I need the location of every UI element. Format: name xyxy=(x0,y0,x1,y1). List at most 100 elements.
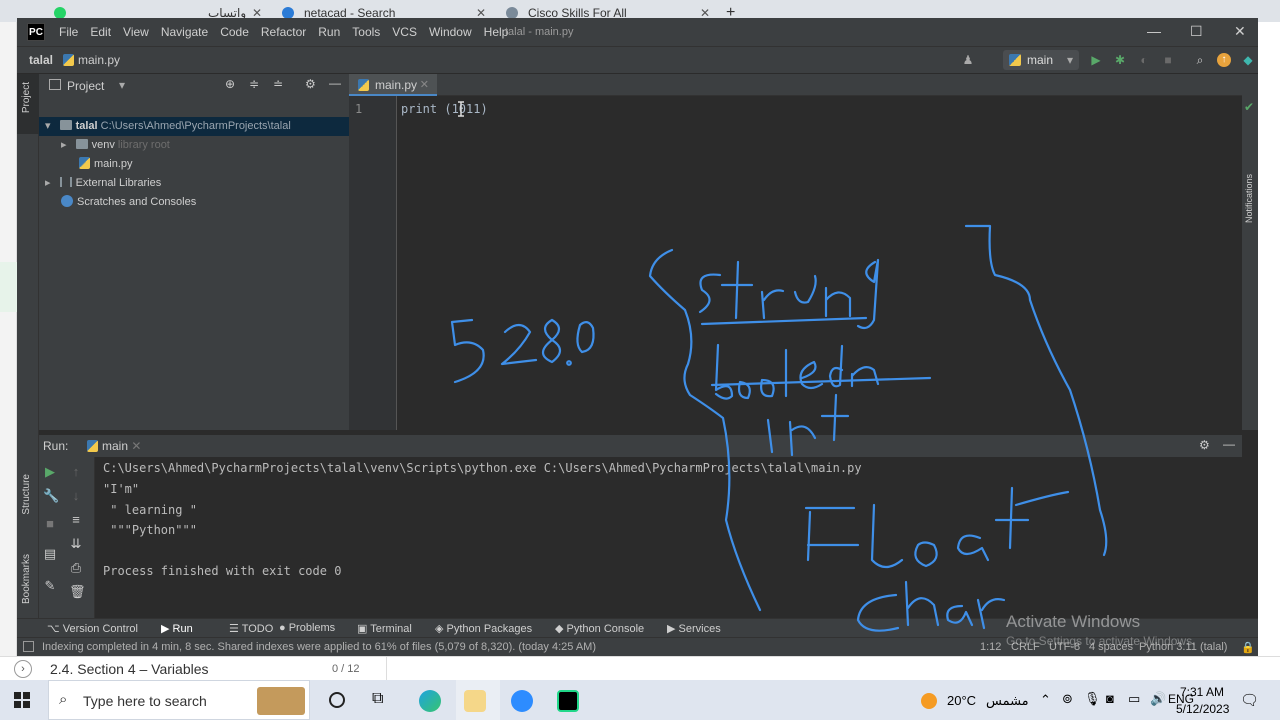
tab-version-control[interactable]: ⌥ Version Control xyxy=(47,622,138,635)
gear-icon[interactable]: ⚙ xyxy=(305,77,316,91)
tree-item-main-py[interactable]: main.py xyxy=(39,155,349,174)
output-line: C:\Users\Ahmed\PycharmProjects\talal\ven… xyxy=(103,461,862,475)
tree-item-scratches[interactable]: Scratches and Consoles xyxy=(39,193,349,212)
editor-tab-bar: main.py ✕ xyxy=(349,74,1242,96)
network-icon[interactable]: ⊚ xyxy=(1062,691,1073,707)
toggle-panels-icon[interactable] xyxy=(23,641,34,652)
volume-icon[interactable]: 🔊 xyxy=(1150,691,1166,707)
tree-item-talal[interactable]: ▾ talal C:\Users\Ahmed\PycharmProjects\t… xyxy=(39,117,349,136)
chevron-up-icon[interactable]: ⌃ xyxy=(1040,692,1051,708)
gear-icon[interactable]: ⚙ xyxy=(1199,438,1210,452)
clock-time[interactable]: 7:31 AM xyxy=(1180,685,1224,699)
project-panel: Project ▾ ⊕ ≑ ≐ ⚙ — ▾ talal C:\Users\Ahm… xyxy=(39,74,349,430)
menu-file[interactable]: File xyxy=(59,25,78,39)
camera-icon[interactable]: ◙ xyxy=(1106,691,1114,706)
search-icon[interactable]: ⌕ xyxy=(1193,53,1207,67)
close-tab-icon[interactable]: ✕ xyxy=(420,74,429,96)
rerun-icon[interactable]: ▶ xyxy=(43,465,57,479)
output-line: "I'm" xyxy=(103,482,140,496)
taskbar-search-input[interactable]: ⌕ Type here to search xyxy=(48,680,310,720)
trash-icon[interactable]: 🗑 xyxy=(69,585,86,599)
pin-icon[interactable]: ✎ xyxy=(43,579,57,593)
soft-wrap-icon[interactable]: ≡ xyxy=(69,513,83,527)
section-title[interactable]: 2.4. Section 4 – Variables xyxy=(50,661,209,677)
chevron-down-icon[interactable]: ▾ xyxy=(119,78,125,92)
zoom-icon[interactable] xyxy=(511,690,533,712)
task-view-icon[interactable]: ⧉ xyxy=(372,690,383,708)
menu-edit[interactable]: Edit xyxy=(90,25,111,39)
notifications-tool-button[interactable]: Notifications xyxy=(1244,174,1254,223)
hide-panel-icon[interactable]: — xyxy=(1223,437,1235,451)
microphone-icon[interactable]: 🎙 xyxy=(1084,691,1101,707)
run-icon[interactable]: ▶ xyxy=(1089,53,1103,67)
clock-date[interactable]: 5/12/2023 xyxy=(1176,702,1229,716)
menu-vcs[interactable]: VCS xyxy=(392,25,417,39)
print-icon[interactable]: ⎙ xyxy=(69,561,83,575)
debug-icon[interactable]: ✱ xyxy=(1113,53,1127,67)
scroll-end-icon[interactable]: ⇊ xyxy=(69,537,83,551)
collapse-all-icon[interactable]: ≐ xyxy=(273,77,283,91)
menu-refactor[interactable]: Refactor xyxy=(261,25,306,39)
down-icon[interactable]: ↓ xyxy=(69,489,83,503)
windows-start-icon[interactable] xyxy=(14,692,30,708)
python-icon xyxy=(87,440,98,452)
menu-tools[interactable]: Tools xyxy=(352,25,380,39)
tab-main-py[interactable]: main.py ✕ xyxy=(349,74,437,96)
editor-area[interactable] xyxy=(397,96,1242,430)
folder-icon xyxy=(59,120,72,130)
locate-icon[interactable]: ⊕ xyxy=(225,77,235,91)
menu-view[interactable]: View xyxy=(123,25,149,39)
tab-todo[interactable]: ☰ TODO xyxy=(229,622,273,635)
tab-python-packages[interactable]: ◈ Python Packages xyxy=(435,622,532,635)
bookmarks-tool-button[interactable]: Bookmarks xyxy=(21,554,32,604)
run-output[interactable]: C:\Users\Ahmed\PycharmProjects\talal\ven… xyxy=(95,457,1242,628)
run-panel-label: Run: xyxy=(43,439,69,453)
hide-panel-icon[interactable]: — xyxy=(329,76,341,90)
user-icon[interactable]: ♟ xyxy=(961,53,975,67)
lock-icon[interactable]: 🔒 xyxy=(1241,641,1255,654)
run-tab[interactable]: main ✕ xyxy=(87,439,141,453)
stop-icon[interactable]: ■ xyxy=(1161,53,1175,67)
tab-run[interactable]: ▶ Run xyxy=(161,622,193,635)
expand-all-icon[interactable]: ≑ xyxy=(249,77,259,91)
tree-item-external-libraries[interactable]: ▸ External Libraries xyxy=(39,174,349,193)
activate-windows-subtitle: Go to Settings to activate Windows. xyxy=(1006,634,1196,648)
pycharm-taskbar-icon[interactable] xyxy=(557,690,579,712)
tab-services[interactable]: ▶ Services xyxy=(667,622,721,635)
close-icon[interactable]: ✕ xyxy=(1234,23,1246,40)
weather-temp[interactable]: 20°C xyxy=(947,693,976,708)
breadcrumb-file[interactable]: main.py xyxy=(63,53,120,67)
breadcrumb-project[interactable]: talal xyxy=(29,53,53,67)
edge-icon[interactable] xyxy=(419,690,441,712)
structure-tool-button[interactable]: Structure xyxy=(21,474,32,515)
monitor-icon[interactable]: ▭ xyxy=(1128,691,1140,707)
menu-run[interactable]: Run xyxy=(318,25,340,39)
tab-python-console[interactable]: ◆ Python Console xyxy=(555,622,644,635)
weather-text[interactable]: مشمس xyxy=(986,693,1029,709)
tab-problems[interactable]: ● Problems xyxy=(279,622,335,634)
stop-icon[interactable]: ■ xyxy=(43,517,57,531)
layout-icon[interactable]: ▤ xyxy=(43,547,57,561)
project-panel-title[interactable]: Project xyxy=(67,79,104,93)
cortana-icon[interactable] xyxy=(329,692,345,708)
menu-window[interactable]: Window xyxy=(429,25,472,39)
maximize-icon[interactable]: ☐ xyxy=(1190,23,1203,40)
tab-terminal[interactable]: ▣ Terminal xyxy=(357,622,412,635)
menu-code[interactable]: Code xyxy=(220,25,249,39)
run-config-select[interactable]: main ▾ xyxy=(1003,50,1079,70)
status-message[interactable]: Indexing completed in 4 min, 8 sec. Shar… xyxy=(42,641,596,653)
menu-navigate[interactable]: Navigate xyxy=(161,25,208,39)
coverage-icon[interactable]: ◐ xyxy=(1137,53,1151,67)
output-line: Process finished with exit code 0 xyxy=(103,564,342,578)
up-icon[interactable]: ↑ xyxy=(69,465,83,479)
plugin-icon[interactable]: ◆ xyxy=(1241,53,1255,67)
notification-center-icon[interactable]: 🗨 xyxy=(1240,691,1259,709)
update-icon[interactable]: ↑ xyxy=(1217,53,1231,67)
project-tool-button[interactable]: Project xyxy=(17,74,39,134)
line-number: 1 xyxy=(355,102,363,116)
minimize-icon[interactable]: — xyxy=(1147,23,1161,39)
wrench-icon[interactable]: 🔧 xyxy=(43,489,59,503)
chevron-right-icon[interactable]: › xyxy=(14,660,32,678)
caret-position[interactable]: 1:12 xyxy=(980,641,1001,653)
tree-item-venv[interactable]: ▸ venv library root xyxy=(39,136,349,155)
